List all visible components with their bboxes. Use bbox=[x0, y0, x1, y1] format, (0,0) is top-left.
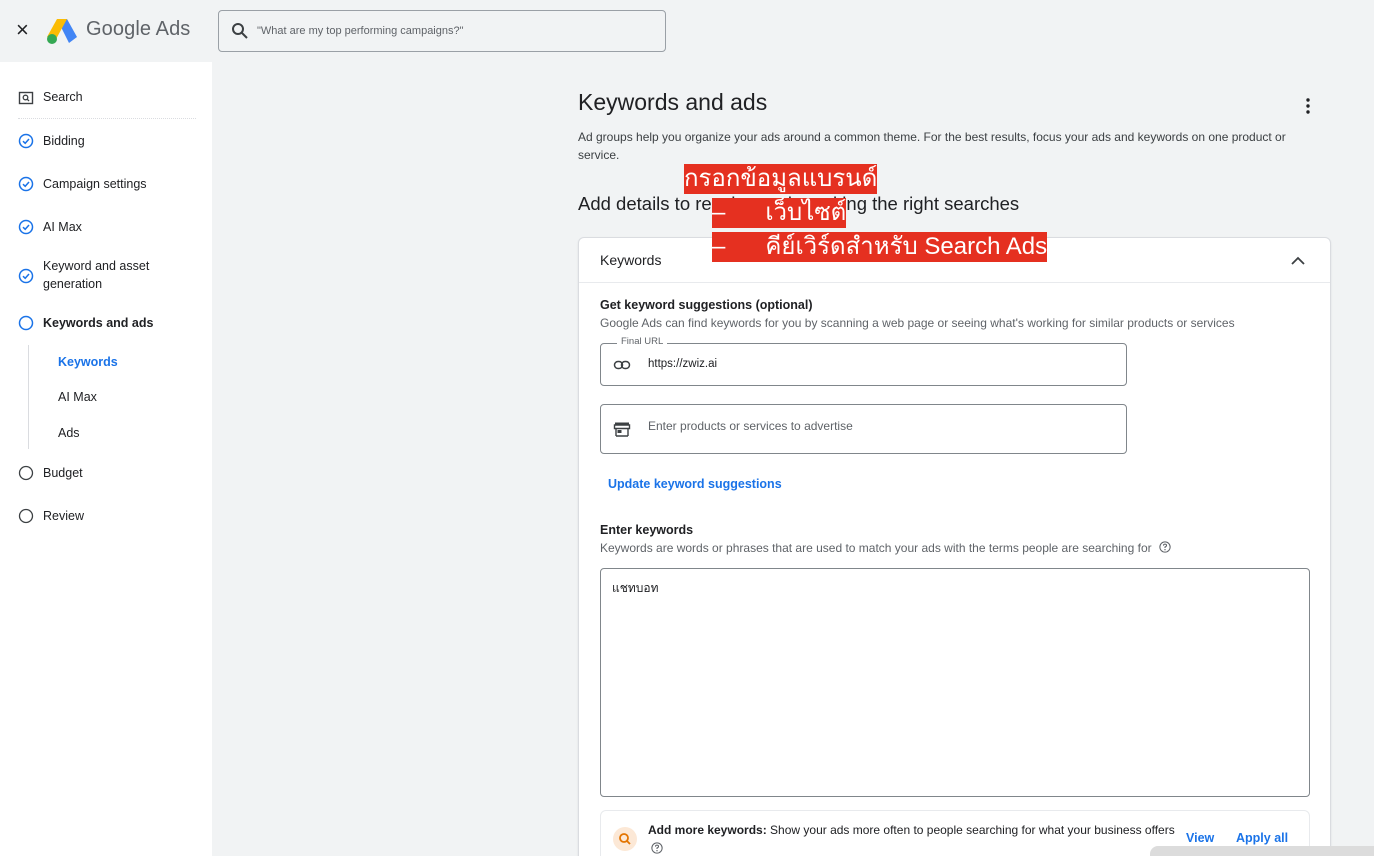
add-more-keywords-body: Show your ads more often to people searc… bbox=[766, 823, 1175, 837]
subnav-line bbox=[28, 345, 29, 449]
empty-circle-icon bbox=[18, 508, 34, 524]
chevron-up-icon[interactable] bbox=[1287, 250, 1309, 272]
check-circle-icon bbox=[18, 133, 34, 149]
overlay-title: กรอกข้อมูลแบรนด์ bbox=[684, 164, 878, 194]
nav-item-budget[interactable]: Budget bbox=[0, 464, 212, 484]
enter-keywords-description: Keywords are words or phrases that are u… bbox=[600, 541, 1171, 555]
store-icon bbox=[613, 422, 631, 437]
enter-keywords-title: Enter keywords bbox=[600, 523, 694, 537]
divider bbox=[18, 118, 196, 119]
add-more-keywords-bold: Add more keywords: bbox=[648, 823, 767, 837]
nav-item-search[interactable]: Search bbox=[0, 88, 212, 108]
search-placeholder: "What are my top performing campaigns?" bbox=[257, 25, 464, 37]
products-placeholder: Enter products or services to advertise bbox=[648, 419, 853, 433]
nav-item-campaign-settings[interactable]: Campaign settings bbox=[0, 175, 212, 195]
nav-label-line2: generation bbox=[43, 277, 103, 291]
help-icon[interactable] bbox=[1159, 541, 1171, 553]
nav-label: Keywords and ads bbox=[43, 316, 154, 330]
add-more-keywords-text: Add more keywords: Show your ads more of… bbox=[648, 821, 1188, 856]
top-bar: × Google Ads "What are my top performing… bbox=[0, 0, 1374, 62]
page-description: Ad groups help you organize your ads aro… bbox=[578, 130, 1286, 162]
check-circle-icon bbox=[18, 219, 34, 235]
overlay-item-website: – เว็บไซต์ bbox=[712, 198, 847, 228]
final-url-field[interactable]: Final URL https://zwiz.ai bbox=[600, 336, 1127, 386]
keywords-value: แชทบอท bbox=[612, 581, 659, 595]
overlay-item-keywords: – คีย์เวิร์ดสำหรับ Search Ads bbox=[712, 232, 1048, 262]
nav-item-bidding[interactable]: Bidding bbox=[0, 132, 212, 152]
update-keyword-suggestions-link[interactable]: Update keyword suggestions bbox=[608, 477, 782, 491]
search-box-icon bbox=[18, 91, 34, 105]
nav-label: Keyword and asset bbox=[43, 259, 150, 273]
subnav-item-ai-max[interactable]: AI Max bbox=[58, 390, 97, 404]
suggestions-description: Google Ads can find keywords for you by … bbox=[600, 316, 1235, 330]
global-search-input[interactable]: "What are my top performing campaigns?" bbox=[218, 10, 666, 52]
check-circle-icon bbox=[18, 176, 34, 192]
products-services-input[interactable]: Enter products or services to advertise bbox=[600, 404, 1127, 454]
search-icon bbox=[232, 23, 248, 39]
brand-name: Google Ads bbox=[86, 18, 191, 40]
more-options-icon[interactable] bbox=[1298, 96, 1318, 116]
enter-keywords-text: Keywords are words or phrases that are u… bbox=[600, 541, 1152, 555]
close-button[interactable]: × bbox=[16, 18, 36, 42]
subnav-item-keywords[interactable]: Keywords bbox=[58, 355, 118, 369]
apply-all-link[interactable]: Apply all bbox=[1236, 831, 1288, 845]
check-circle-icon bbox=[18, 268, 34, 284]
nav-label: Bidding bbox=[43, 134, 85, 148]
nav-label: AI Max bbox=[43, 220, 82, 234]
search-suggestion-icon bbox=[613, 827, 637, 851]
nav-item-keywords-and-ads[interactable]: Keywords and ads bbox=[0, 314, 212, 334]
nav-label: Review bbox=[43, 509, 84, 523]
keywords-textarea[interactable]: แชทบอท bbox=[600, 568, 1310, 797]
final-url-value: https://zwiz.ai bbox=[648, 358, 718, 370]
view-link[interactable]: View bbox=[1186, 831, 1214, 845]
nav-item-ai-max[interactable]: AI Max bbox=[0, 218, 212, 238]
nav-item-keyword-asset-generation[interactable]: Keyword and asset generation bbox=[0, 258, 212, 294]
link-icon bbox=[613, 360, 631, 370]
nav-item-review[interactable]: Review bbox=[0, 507, 212, 527]
final-url-label: Final URL bbox=[617, 336, 668, 347]
page-title: Keywords and ads bbox=[578, 89, 768, 115]
google-ads-logo-icon bbox=[47, 19, 77, 44]
empty-circle-icon bbox=[18, 465, 34, 481]
keywords-card: Keywords Get keyword suggestions (option… bbox=[578, 237, 1331, 856]
divider bbox=[579, 282, 1330, 283]
nav-label: Campaign settings bbox=[43, 177, 147, 191]
card-title: Keywords bbox=[600, 252, 662, 268]
floating-panel-edge bbox=[1150, 846, 1374, 856]
sidebar: Search Bidding Campaign settings AI Max … bbox=[0, 62, 212, 856]
nav-label: Search bbox=[43, 90, 83, 104]
empty-circle-icon bbox=[18, 315, 34, 331]
help-icon[interactable] bbox=[651, 842, 663, 854]
suggestions-title: Get keyword suggestions (optional) bbox=[600, 298, 813, 312]
subnav-item-ads[interactable]: Ads bbox=[58, 426, 80, 440]
nav-label: Budget bbox=[43, 466, 83, 480]
